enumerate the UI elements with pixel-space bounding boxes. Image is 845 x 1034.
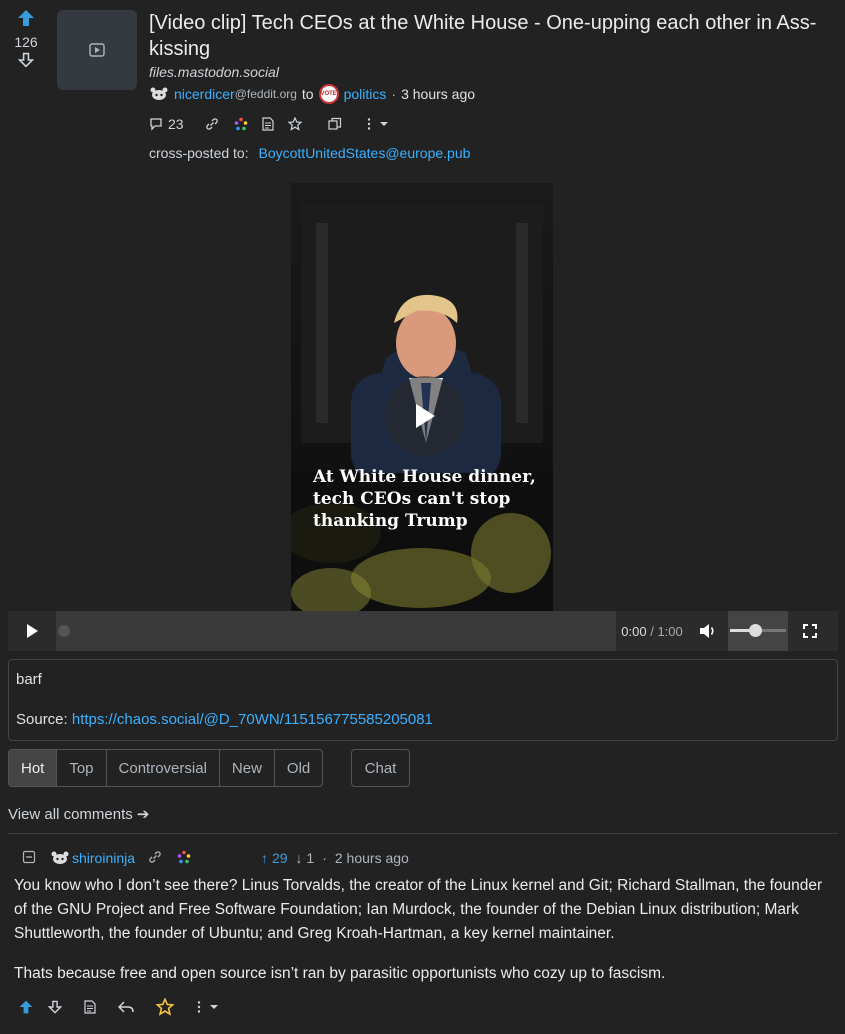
comment-paragraph: You know who I don’t see there? Linus To… xyxy=(14,877,823,942)
seek-knob[interactable] xyxy=(58,625,70,637)
post-byline: nicerdicer @feddit.org to VOTE politics … xyxy=(149,84,475,104)
time-display: 0:00 / 1:00 xyxy=(616,624,688,639)
video-play-overlay[interactable] xyxy=(385,376,465,456)
post-score: 126 xyxy=(14,34,38,50)
play-icon xyxy=(27,624,38,638)
crosspost-label: cross-posted to: xyxy=(149,145,249,161)
downvote-icon[interactable] xyxy=(8,52,44,72)
comment-paragraph: Thats because free and open source isn’t… xyxy=(14,965,666,982)
fullscreen-button[interactable] xyxy=(788,624,832,638)
comment-time: 2 hours ago xyxy=(334,850,409,866)
comments-button[interactable]: 23 xyxy=(149,116,184,132)
community-link[interactable]: politics xyxy=(344,86,387,102)
more-dots-icon xyxy=(367,118,388,130)
volume-knob[interactable] xyxy=(749,624,763,637)
divider xyxy=(8,833,838,834)
upvote-icon[interactable] xyxy=(8,8,44,32)
crosspost-icon[interactable] xyxy=(327,117,342,131)
play-icon xyxy=(416,404,435,428)
byline-separator: · xyxy=(391,86,397,102)
link-icon[interactable] xyxy=(204,116,220,132)
comment-header: shiroininja ↑ 29 ↓ 1 · 2 hours ago xyxy=(22,848,409,868)
comment-upvotes: ↑ 29 xyxy=(261,850,288,866)
comment-save-star-icon[interactable] xyxy=(155,997,175,1020)
comment-view-source-icon[interactable] xyxy=(84,1000,96,1018)
comment-actions xyxy=(18,997,220,1020)
source-line: Source: https://chaos.social/@D_70WN/115… xyxy=(16,710,830,730)
video-caption: At White House dinner, tech CEOs can't s… xyxy=(313,467,536,531)
crosspost-info: cross-posted to: BoycottUnitedStates@eur… xyxy=(149,145,470,161)
volume-slider[interactable] xyxy=(728,611,788,651)
post-thumbnail[interactable] xyxy=(57,10,137,90)
volume-icon xyxy=(700,624,714,638)
view-source-icon[interactable] xyxy=(261,117,274,131)
more-dots-icon xyxy=(197,1001,218,1013)
comment-upvote-count: 29 xyxy=(271,850,288,866)
sort-hot[interactable]: Hot xyxy=(9,750,58,786)
fullscreen-icon xyxy=(803,624,817,638)
comment-icon xyxy=(150,118,162,131)
post-title[interactable]: [Video clip] Tech CEOs at the White Hous… xyxy=(149,10,834,62)
post-time: 3 hours ago xyxy=(401,86,476,102)
comment-downvote-count: 1 xyxy=(306,850,315,866)
author-link[interactable]: nicerdicer xyxy=(174,86,235,102)
commenter-link[interactable]: shiroininja xyxy=(72,850,135,866)
post-body-text: barf xyxy=(16,671,42,688)
source-link[interactable]: https://chaos.social/@D_70WN/11515677558… xyxy=(72,711,433,728)
play-button[interactable] xyxy=(8,611,56,651)
sort-controversial[interactable]: Controversial xyxy=(107,750,220,786)
sort-new[interactable]: New xyxy=(220,750,275,786)
crosspost-link[interactable]: BoycottUnitedStates@europe.pub xyxy=(259,145,471,161)
post-domain[interactable]: files.mastodon.social xyxy=(149,64,279,80)
comment-upvote-icon[interactable] xyxy=(18,999,34,1019)
comments-count: 23 xyxy=(168,116,184,132)
comment-separator: · xyxy=(322,850,327,866)
comment-link-icon[interactable] xyxy=(147,849,163,868)
time-separator: / xyxy=(650,623,654,639)
comment-sort-group: Hot Top Controversial New Old xyxy=(8,749,324,787)
save-star-icon[interactable] xyxy=(287,117,302,131)
post-vote-column: 126 xyxy=(8,8,44,72)
collapse-icon[interactable] xyxy=(22,850,36,867)
duration: 1:00 xyxy=(657,623,683,639)
user-avatar[interactable] xyxy=(149,84,169,104)
source-label: Source: xyxy=(16,711,68,728)
community-icon[interactable]: VOTE xyxy=(318,84,339,104)
video-controls: 0:00 / 1:00 xyxy=(8,611,838,651)
sort-top[interactable]: Top xyxy=(57,750,107,786)
comment-fediverse-icon[interactable] xyxy=(177,850,191,867)
video-icon xyxy=(89,43,105,57)
post-actions: 23 xyxy=(149,114,390,134)
author-instance: @feddit.org xyxy=(234,87,297,101)
fediverse-icon[interactable] xyxy=(234,117,248,131)
comment-more-menu-button[interactable] xyxy=(196,1000,220,1018)
sort-old[interactable]: Old xyxy=(275,750,322,786)
comment-downvotes: ↓ 1 xyxy=(295,850,315,866)
chat-view-button[interactable]: Chat xyxy=(351,749,410,787)
seek-bar[interactable] xyxy=(56,611,616,651)
more-menu-button[interactable] xyxy=(366,117,390,131)
comment-body: You know who I don’t see there? Linus To… xyxy=(14,874,829,986)
post-body: barf Source: https://chaos.social/@D_70W… xyxy=(8,659,838,741)
view-all-comments-link[interactable]: View all comments ➔ xyxy=(8,805,150,823)
commenter-avatar[interactable] xyxy=(50,848,70,868)
comment-downvote-icon[interactable] xyxy=(47,1000,63,1018)
mute-button[interactable] xyxy=(688,623,728,639)
current-time: 0:00 xyxy=(621,623,647,639)
reply-icon[interactable] xyxy=(117,1000,134,1018)
to-label: to xyxy=(301,86,314,102)
